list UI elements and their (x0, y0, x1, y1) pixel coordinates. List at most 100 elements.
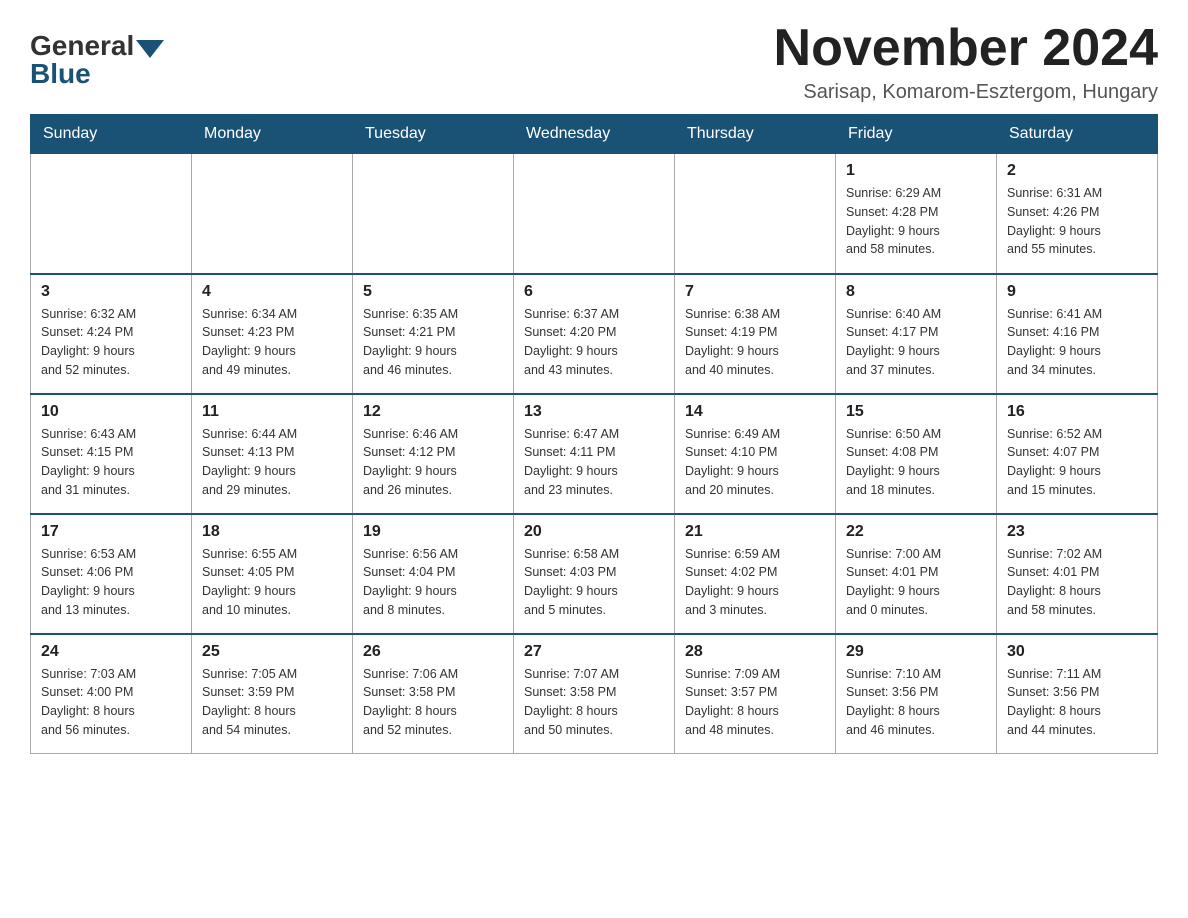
day-number: 3 (41, 283, 181, 301)
day-number: 27 (524, 643, 664, 661)
calendar-cell: 19 Sunrise: 6:56 AM Sunset: 4:04 PM Dayli… (353, 514, 514, 634)
calendar-cell: 23 Sunrise: 7:02 AM Sunset: 4:01 PM Dayli… (997, 514, 1158, 634)
day-info: Sunrise: 6:50 AM Sunset: 4:08 PM Dayligh… (846, 425, 986, 500)
day-number: 25 (202, 643, 342, 661)
col-header-wednesday: Wednesday (514, 115, 675, 154)
day-info: Sunrise: 6:44 AM Sunset: 4:13 PM Dayligh… (202, 425, 342, 500)
calendar-cell: 13Sunrise: 6:47 AM Sunset: 4:11 PM Dayli… (514, 394, 675, 514)
calendar-cell: 27 Sunrise: 7:07 AM Sunset: 3:58 PM Dayli… (514, 634, 675, 754)
day-number: 29 (846, 643, 986, 661)
calendar-cell (31, 154, 192, 274)
day-number: 8 (846, 283, 986, 301)
day-info: Sunrise: 7:06 AM Sunset: 3:58 PM Dayligh… (363, 665, 503, 740)
day-info: Sunrise: 6:52 AM Sunset: 4:07 PM Dayligh… (1007, 425, 1147, 500)
month-title: November 2024 (774, 20, 1158, 77)
day-number: 12 (363, 403, 503, 421)
day-info: Sunrise: 6:56 AM Sunset: 4:04 PM Dayligh… (363, 545, 503, 620)
calendar-cell: 7 Sunrise: 6:38 AM Sunset: 4:19 PM Daylig… (675, 274, 836, 394)
day-info: Sunrise: 6:38 AM Sunset: 4:19 PM Dayligh… (685, 305, 825, 380)
day-info: Sunrise: 6:43 AM Sunset: 4:15 PM Dayligh… (41, 425, 181, 500)
day-info: Sunrise: 6:49 AM Sunset: 4:10 PM Dayligh… (685, 425, 825, 500)
calendar-cell: 21 Sunrise: 6:59 AM Sunset: 4:02 PM Dayli… (675, 514, 836, 634)
calendar-cell: 16Sunrise: 6:52 AM Sunset: 4:07 PM Dayli… (997, 394, 1158, 514)
day-info: Sunrise: 7:07 AM Sunset: 3:58 PM Dayligh… (524, 665, 664, 740)
calendar-cell: 18Sunrise: 6:55 AM Sunset: 4:05 PM Dayli… (192, 514, 353, 634)
calendar-cell: 1Sunrise: 6:29 AM Sunset: 4:28 PM Daylig… (836, 154, 997, 274)
day-number: 7 (685, 283, 825, 301)
day-info: Sunrise: 6:41 AM Sunset: 4:16 PM Dayligh… (1007, 305, 1147, 380)
calendar-cell: 22 Sunrise: 7:00 AM Sunset: 4:01 PM Dayli… (836, 514, 997, 634)
calendar-cell: 20Sunrise: 6:58 AM Sunset: 4:03 PM Dayli… (514, 514, 675, 634)
day-number: 23 (1007, 523, 1147, 541)
calendar-week-row: 3 Sunrise: 6:32 AM Sunset: 4:24 PM Daylig… (31, 274, 1158, 394)
day-info: Sunrise: 6:55 AM Sunset: 4:05 PM Dayligh… (202, 545, 342, 620)
day-number: 14 (685, 403, 825, 421)
location-title: Sarisap, Komarom-Esztergom, Hungary (774, 81, 1158, 104)
calendar-cell: 28 Sunrise: 7:09 AM Sunset: 3:57 PM Dayli… (675, 634, 836, 754)
calendar-cell: 10Sunrise: 6:43 AM Sunset: 4:15 PM Dayli… (31, 394, 192, 514)
col-header-tuesday: Tuesday (353, 115, 514, 154)
day-number: 2 (1007, 162, 1147, 180)
col-header-thursday: Thursday (675, 115, 836, 154)
day-number: 9 (1007, 283, 1147, 301)
calendar-cell (514, 154, 675, 274)
day-number: 30 (1007, 643, 1147, 661)
calendar-cell: 11 Sunrise: 6:44 AM Sunset: 4:13 PM Dayli… (192, 394, 353, 514)
calendar-header-row: SundayMondayTuesdayWednesdayThursdayFrid… (31, 115, 1158, 154)
calendar-week-row: 17Sunrise: 6:53 AM Sunset: 4:06 PM Dayli… (31, 514, 1158, 634)
day-info: Sunrise: 6:35 AM Sunset: 4:21 PM Dayligh… (363, 305, 503, 380)
calendar-cell: 12 Sunrise: 6:46 AM Sunset: 4:12 PM Dayli… (353, 394, 514, 514)
day-number: 28 (685, 643, 825, 661)
calendar-cell: 5 Sunrise: 6:35 AM Sunset: 4:21 PM Daylig… (353, 274, 514, 394)
calendar-cell: 4 Sunrise: 6:34 AM Sunset: 4:23 PM Daylig… (192, 274, 353, 394)
calendar-table: SundayMondayTuesdayWednesdayThursdayFrid… (30, 114, 1158, 754)
calendar-cell: 3 Sunrise: 6:32 AM Sunset: 4:24 PM Daylig… (31, 274, 192, 394)
col-header-monday: Monday (192, 115, 353, 154)
col-header-sunday: Sunday (31, 115, 192, 154)
calendar-cell (353, 154, 514, 274)
calendar-cell (192, 154, 353, 274)
day-info: Sunrise: 6:46 AM Sunset: 4:12 PM Dayligh… (363, 425, 503, 500)
day-number: 11 (202, 403, 342, 421)
day-number: 24 (41, 643, 181, 661)
calendar-week-row: 24 Sunrise: 7:03 AM Sunset: 4:00 PM Dayli… (31, 634, 1158, 754)
calendar-cell: 14 Sunrise: 6:49 AM Sunset: 4:10 PM Dayli… (675, 394, 836, 514)
calendar-week-row: 1Sunrise: 6:29 AM Sunset: 4:28 PM Daylig… (31, 154, 1158, 274)
day-info: Sunrise: 6:40 AM Sunset: 4:17 PM Dayligh… (846, 305, 986, 380)
day-number: 19 (363, 523, 503, 541)
day-number: 22 (846, 523, 986, 541)
calendar-cell: 6Sunrise: 6:37 AM Sunset: 4:20 PM Daylig… (514, 274, 675, 394)
calendar-cell: 17Sunrise: 6:53 AM Sunset: 4:06 PM Dayli… (31, 514, 192, 634)
day-info: Sunrise: 7:02 AM Sunset: 4:01 PM Dayligh… (1007, 545, 1147, 620)
day-info: Sunrise: 6:29 AM Sunset: 4:28 PM Dayligh… (846, 184, 986, 259)
day-info: Sunrise: 6:59 AM Sunset: 4:02 PM Dayligh… (685, 545, 825, 620)
day-number: 5 (363, 283, 503, 301)
day-info: Sunrise: 7:10 AM Sunset: 3:56 PM Dayligh… (846, 665, 986, 740)
day-info: Sunrise: 6:31 AM Sunset: 4:26 PM Dayligh… (1007, 184, 1147, 259)
col-header-saturday: Saturday (997, 115, 1158, 154)
logo: General Blue (30, 30, 164, 90)
page-header: General Blue November 2024 Sarisap, Koma… (30, 20, 1158, 104)
day-info: Sunrise: 7:05 AM Sunset: 3:59 PM Dayligh… (202, 665, 342, 740)
day-info: Sunrise: 7:03 AM Sunset: 4:00 PM Dayligh… (41, 665, 181, 740)
day-number: 4 (202, 283, 342, 301)
day-info: Sunrise: 7:09 AM Sunset: 3:57 PM Dayligh… (685, 665, 825, 740)
day-info: Sunrise: 6:47 AM Sunset: 4:11 PM Dayligh… (524, 425, 664, 500)
col-header-friday: Friday (836, 115, 997, 154)
day-info: Sunrise: 7:00 AM Sunset: 4:01 PM Dayligh… (846, 545, 986, 620)
calendar-cell: 8 Sunrise: 6:40 AM Sunset: 4:17 PM Daylig… (836, 274, 997, 394)
day-info: Sunrise: 6:34 AM Sunset: 4:23 PM Dayligh… (202, 305, 342, 380)
day-number: 21 (685, 523, 825, 541)
calendar-cell: 24 Sunrise: 7:03 AM Sunset: 4:00 PM Dayli… (31, 634, 192, 754)
day-number: 15 (846, 403, 986, 421)
title-section: November 2024 Sarisap, Komarom-Esztergom… (774, 20, 1158, 104)
day-info: Sunrise: 6:32 AM Sunset: 4:24 PM Dayligh… (41, 305, 181, 380)
calendar-cell: 26Sunrise: 7:06 AM Sunset: 3:58 PM Dayli… (353, 634, 514, 754)
calendar-cell: 15 Sunrise: 6:50 AM Sunset: 4:08 PM Dayli… (836, 394, 997, 514)
day-info: Sunrise: 6:58 AM Sunset: 4:03 PM Dayligh… (524, 545, 664, 620)
calendar-cell (675, 154, 836, 274)
calendar-cell: 2 Sunrise: 6:31 AM Sunset: 4:26 PM Daylig… (997, 154, 1158, 274)
day-number: 6 (524, 283, 664, 301)
logo-arrow-icon (136, 40, 164, 58)
day-number: 17 (41, 523, 181, 541)
